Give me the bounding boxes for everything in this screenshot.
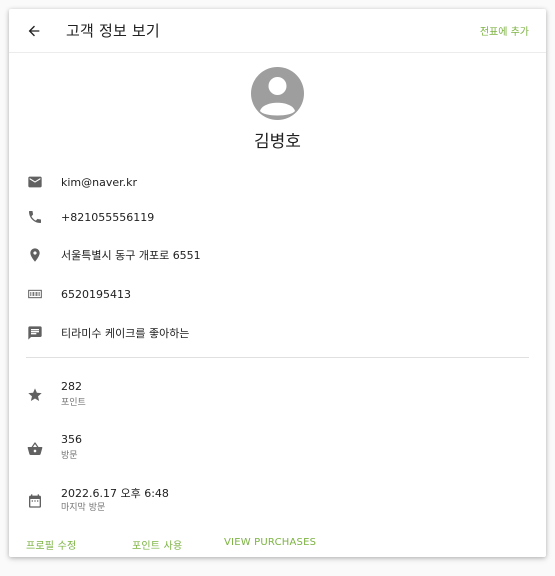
last-visit-label: 마지막 방문 [61,503,106,513]
detail-row-phone: +821055556119 [9,205,546,229]
detail-row-note: 티라미수 케이크를 좋아하는 [9,321,546,345]
account-circle-icon [251,67,304,120]
customer-info-card: 고객 정보 보기 전표에 추가 김병호 kim@naver.kr +821055… [9,9,546,557]
stat-row-points: 282 포인트 [9,380,546,410]
last-visit-value: 2022.6.17 오후 6:48 [61,487,169,500]
email-text: kim@naver.kr [61,175,138,189]
stat-row-last-visit: 2022.6.17 오후 6:48 마지막 방문 [9,485,546,515]
app-bar: 고객 정보 보기 전표에 추가 [9,9,546,53]
use-points-button[interactable]: 포인트 사용 [132,537,182,552]
barcode-icon [26,285,44,303]
phone-icon [26,208,44,226]
points-label: 포인트 [61,398,86,408]
star-icon [26,386,44,404]
edit-profile-button[interactable]: 프로필 수정 [26,537,76,552]
basket-icon [26,440,44,458]
avatar [251,67,304,120]
detail-row-address: 서울특별시 동구 개포로 6551 [9,243,546,267]
address-text: 서울특별시 동구 개포로 6551 [61,249,201,262]
divider [26,357,529,358]
visits-label: 방문 [61,451,78,461]
location-pin-icon [26,246,44,264]
add-to-receipt-button[interactable]: 전표에 추가 [480,23,529,38]
stat-row-visits: 356 방문 [9,433,546,463]
arrow-back-icon [26,23,42,39]
customer-name: 김병호 [254,132,301,152]
page-title: 고객 정보 보기 [66,22,160,40]
detail-row-barcode: 6520195413 [9,282,546,306]
points-value: 282 [61,380,82,393]
view-purchases-button[interactable]: VIEW PURCHASES [224,537,316,548]
note-text: 티라미수 케이크를 좋아하는 [61,327,190,340]
email-icon [26,173,44,191]
calendar-icon [26,492,44,510]
detail-row-email: kim@naver.kr [9,170,546,194]
phone-text: +821055556119 [61,210,155,224]
note-icon [26,324,44,342]
back-button[interactable] [23,21,45,41]
visits-value: 356 [61,433,82,446]
barcode-text: 6520195413 [61,287,131,301]
